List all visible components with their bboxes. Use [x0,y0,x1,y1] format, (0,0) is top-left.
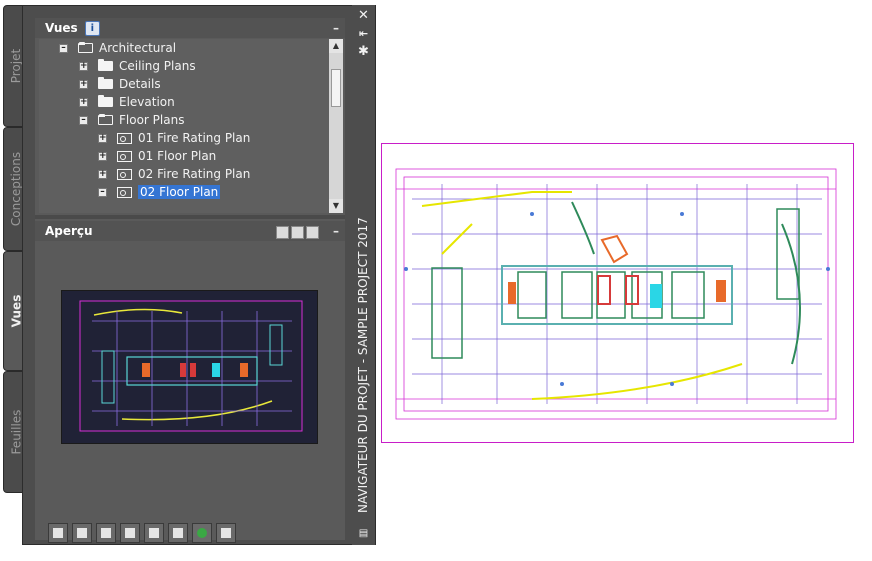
tree-item-01-fire-rating-plan[interactable]: + 01 Fire Rating Plan [98,129,250,147]
settings-icon[interactable]: ✱ [357,45,370,58]
tree-scrollbar[interactable]: ▲ ▼ [329,39,343,213]
tree-item-architectural[interactable]: – Architectural [59,39,176,57]
tree-item-label: Architectural [99,41,177,55]
view-icon [117,150,132,162]
tree-item-ceiling-plans[interactable]: + Ceiling Plans [79,57,196,75]
floor-plan-drawing [381,143,854,443]
open-view-icon [101,528,111,538]
tree-item-label: Ceiling Plans [119,59,196,73]
floor-plan-svg [395,168,837,420]
cleanup-button[interactable] [216,523,236,543]
preview-panel-title: Aperçu [45,224,93,238]
scroll-thumb[interactable] [331,69,341,107]
expand-icon[interactable]: + [79,97,88,107]
view-icon [117,132,132,144]
tree-item-label: 02 Floor Plan [138,185,221,199]
preview-plan-thumbnail [79,300,303,432]
project-navigator-palette: Vues i – – Architectural + Ceiling Plans… [22,5,376,545]
palette-title-strip: ✕ ⇤ ✱ NAVIGATEUR DU PROJET - SAMPLE PROJ… [352,5,375,545]
close-icon[interactable]: ✕ [357,9,370,22]
tree-item-label: Elevation [119,95,175,109]
collapse-icon[interactable]: – [79,115,88,125]
folder-open-icon [78,42,93,53]
delete-button[interactable] [120,523,140,543]
views-panel-header: Vues i – [35,18,345,38]
refresh-icon [197,528,207,538]
collapse-icon[interactable]: – [98,187,107,197]
folder-open-icon [98,114,113,125]
folder-icon [98,77,113,89]
scroll-down-icon[interactable]: ▼ [329,199,343,213]
expand-icon[interactable]: + [98,133,107,143]
panel-splitter[interactable] [35,215,345,219]
views-tree: – Architectural + Ceiling Plans + Detail… [39,39,329,213]
tree-item-02-floor-plan[interactable]: – 02 Floor Plan [98,183,221,201]
new-category-button[interactable] [72,523,92,543]
tab-label: Conceptions [9,151,24,227]
navigator-title: NAVIGATEUR DU PROJET - SAMPLE PROJECT 20… [356,217,370,513]
properties-icon[interactable]: ▤ [357,527,370,540]
collapse-icon[interactable]: – [59,43,68,53]
cleanup-icon [221,528,231,538]
preview-image-icon[interactable] [276,226,289,239]
tree-item-floor-plans[interactable]: – Floor Plans [79,111,184,129]
expand-icon[interactable]: + [98,169,107,179]
expand-icon[interactable]: + [79,79,88,89]
tree-item-label: 01 Floor Plan [138,149,217,163]
expand-icon[interactable]: + [79,61,88,71]
preview-image [61,290,318,444]
views-toolbar [48,523,236,543]
delete-icon [125,528,135,538]
view-icon [117,168,132,180]
preview-list-icon[interactable] [291,226,304,239]
palette-body: Vues i – – Architectural + Ceiling Plans… [35,18,345,543]
folder-icon [98,59,113,71]
collapse-views-button[interactable]: – [333,18,339,38]
folder-icon [98,95,113,107]
tree-item-label: Details [119,77,161,91]
tree-item-label: 01 Fire Rating Plan [138,131,251,145]
tree-item-label: Floor Plans [119,113,185,127]
open-view-button[interactable] [96,523,116,543]
select-icon [149,528,159,538]
new-view-icon [53,528,63,538]
new-view-button[interactable] [48,523,68,543]
refresh-button[interactable] [192,523,212,543]
tab-label: Projet [9,48,23,84]
tree-item-01-floor-plan[interactable]: + 01 Floor Plan [98,147,216,165]
preview-details-icon[interactable] [306,226,319,239]
tree-item-elevation[interactable]: + Elevation [79,93,175,111]
tree-item-02-fire-rating-plan[interactable]: + 02 Fire Rating Plan [98,165,250,183]
tree-item-label: 02 Fire Rating Plan [138,167,251,181]
collapse-preview-button[interactable]: – [333,221,339,241]
tree-item-details[interactable]: + Details [79,75,161,93]
info-icon[interactable]: i [84,21,100,36]
tab-label: Feuilles [9,409,23,455]
scroll-up-icon[interactable]: ▲ [329,39,343,53]
tab-label: Vues [9,294,23,328]
views-panel-title: Vues [45,21,78,35]
select-button[interactable] [144,523,164,543]
expand-icon[interactable]: + [98,151,107,161]
properties-button[interactable] [168,523,188,543]
properties-icon [173,528,183,538]
new-view-category-icon [77,528,87,538]
view-icon [117,186,132,198]
preview-mode-buttons [276,226,319,239]
auto-hide-icon[interactable]: ⇤ [357,27,370,40]
